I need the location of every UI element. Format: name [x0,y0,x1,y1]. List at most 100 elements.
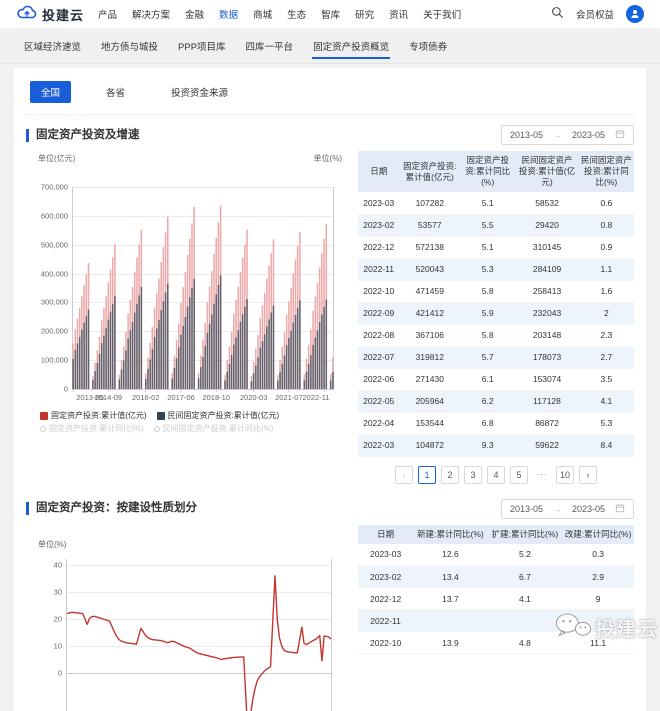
legend-swatch [40,426,46,432]
nav-item-智库[interactable]: 智库 [321,7,340,21]
pagination-next-button[interactable]: › [579,465,597,484]
table-cell: 232043 [515,302,579,325]
nav-item-解决方案[interactable]: 解决方案 [132,7,170,21]
table-cell: 29420 [515,214,579,237]
legend-label: 固定资产投资:累计同比(%) [49,424,144,433]
range-end[interactable]: 2023-05 [572,504,605,514]
search-icon[interactable] [551,6,564,22]
nav-item-生态[interactable]: 生态 [287,7,306,21]
table-cell: 58532 [515,192,579,215]
table-row: 2022-08 367106 5.8 203148 2.3 [358,324,634,347]
nav-item-产品[interactable]: 产品 [98,7,117,21]
user-avatar[interactable] [626,5,644,23]
legend-item[interactable]: 固定资产投资:累计同比(%) [40,424,144,434]
table-row: 2022-03 104872 9.3 59622 8.4 [358,434,634,457]
table-pagination: ‹ 1 2 3 4 5 ··· 10 › [358,465,634,484]
table-cell: 2022-11 [358,609,414,633]
table-cell: 13.7 [413,587,488,611]
table-cell: 310145 [515,236,579,259]
construction-data-table: 日期 新建:累计同比(%) 扩建:累计同比(%) 改建:累计同比(%) 2023-03 1… [358,524,634,655]
column-header: 日期 [358,524,414,544]
table-row: 2022-05 205964 6.2 117128 4.1 [358,390,634,413]
legend-item[interactable]: 民间固定资产投资:累计同比(%) [153,424,274,434]
brand-logo[interactable]: 投建云 [16,3,84,26]
section2-date-range-picker[interactable]: 2013-05 → 2023-05 [500,498,634,519]
table-cell: 3.5 [578,368,634,391]
nav-item-商城[interactable]: 商城 [253,7,272,21]
pagination-page-10[interactable]: 10 [555,465,574,484]
fai-data-table-panel: 日期 固定资产投资:累计值(亿元) 固定资产投资:累计同比(%) 民间固定资产投资:累… [358,151,634,489]
table-cell: 2 [578,302,634,325]
table-cell: 5.3 [578,412,634,435]
pagination-page-5[interactable]: 5 [509,465,528,484]
table-cell: 9.3 [460,434,516,457]
range-end[interactable]: 2023-05 [572,130,605,140]
column-header: 民间固定资产投资:累计同比(%) [578,151,634,193]
pagination-ellipsis: ··· [535,468,548,479]
subnav-item-PPP项目库[interactable]: PPP项目库 [168,39,236,63]
table-cell: 367106 [399,324,461,347]
calendar-icon [615,129,625,141]
table-cell: 2023-03 [358,543,414,567]
table-cell: 5.2 [487,543,563,567]
table-cell: 4.1 [487,587,563,611]
table-cell: 117128 [515,390,579,413]
bar-chart-canvas[interactable] [26,165,348,409]
section1-date-range-picker[interactable]: 2013-05 → 2023-05 [500,125,634,145]
table-cell: 1.6 [578,280,634,303]
table-cell: 2022-10 [358,631,414,655]
section-construction-type: 固定资产投资：按建设性质划分 2013-05 → 2023-05 单位(%) 日… [24,489,636,711]
legend-item[interactable]: 民间固定资产投资:累计值(亿元) [156,411,279,421]
pagination-page-4[interactable]: 4 [486,465,505,484]
table-cell: 6.8 [460,412,516,435]
range-start[interactable]: 2013-05 [510,130,543,140]
table-cell: 2022-04 [358,412,400,435]
pagination-page-3[interactable]: 3 [463,465,482,484]
nav-item-金融[interactable]: 金融 [185,7,204,21]
line-chart-canvas[interactable] [26,550,348,711]
section2-title: 固定资产投资：按建设性质划分 [26,502,197,516]
table-cell: 4.1 [578,390,634,413]
filter-tab-各省[interactable]: 各省 [95,81,136,103]
range-arrow: → [552,503,562,514]
subnav-item-区域经济速览[interactable]: 区域经济速览 [14,39,91,63]
table-cell: 2.7 [578,346,634,369]
bar-chart-panel: 单位(亿元) 单位(%) 固定资产投资:累计值(亿元) 民间固定资产投资:累计值(… [26,151,348,489]
subnav-item-四库一平台[interactable]: 四库一平台 [236,39,304,63]
section-fai-growth: 固定资产投资及增速 2013-05 → 2023-05 单位(亿元) 单位(%) [24,115,636,489]
subnav-item-地方债与城投[interactable]: 地方债与城投 [91,39,168,63]
column-header: 新建:累计同比(%) [413,524,488,544]
construction-table-panel: 日期 新建:累计同比(%) 扩建:累计同比(%) 改建:累计同比(%) 2023-03 1… [358,524,634,711]
table-cell: 59622 [515,434,579,457]
secondary-nav: 区域经济速览 地方债与城投 PPP项目库 四库一平台 固定资产投资概览 专项债券 [0,28,660,64]
table-cell: 284109 [515,258,579,281]
pagination-page-2[interactable]: 2 [440,465,459,484]
nav-item-关于我们[interactable]: 关于我们 [423,7,461,21]
table-row: 2023-03 107282 5.1 58532 0.6 [358,192,634,215]
table-cell: 0.3 [562,543,634,567]
table-cell [413,609,488,633]
nav-item-数据[interactable]: 数据 [219,7,238,21]
table-row: 2022-12 572138 5.1 310145 0.9 [358,236,634,259]
table-cell: 2022-06 [358,368,400,391]
line-chart-panel: 单位(%) [26,525,348,711]
member-benefits-link[interactable]: 会员权益 [576,7,614,21]
filter-tab-投资资金来源[interactable]: 投资资金来源 [160,81,239,103]
table-cell: 2.9 [562,565,634,589]
pagination-prev-button[interactable]: ‹ [394,465,413,484]
filter-tab-全国[interactable]: 全国 [30,81,72,103]
table-row: 2022-10 13.9 4.8 11.1 [358,631,634,655]
nav-item-研究[interactable]: 研究 [355,7,374,21]
table-cell: 5.5 [460,214,516,237]
legend-item[interactable]: 固定资产投资:累计值(亿元) [40,411,147,421]
nav-item-资讯[interactable]: 资讯 [389,7,408,21]
legend-label: 民间固定资产投资:累计同比(%) [162,424,274,433]
table-row: 2023-02 13.4 6.7 2.9 [358,565,634,589]
unit-left-label: 单位(%) [38,539,67,549]
subnav-item-固定资产投资概览[interactable]: 固定资产投资概览 [303,39,399,63]
chart-legend: 固定资产投资:累计值(亿元) 民间固定资产投资:累计值(亿元) 固定资产投资:累计同… [26,409,348,434]
range-start[interactable]: 2013-05 [510,504,543,514]
pagination-page-1[interactable]: 1 [417,465,436,484]
top-right-actions: 会员权益 [551,5,644,23]
subnav-item-专项债券[interactable]: 专项债券 [399,39,457,63]
